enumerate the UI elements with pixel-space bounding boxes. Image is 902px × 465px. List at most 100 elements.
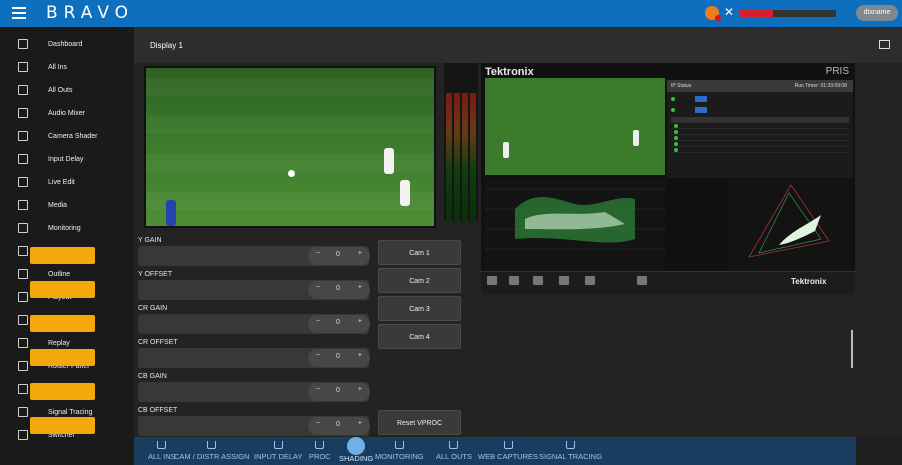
sidebar-item-dashboard[interactable]: Dashboard	[0, 35, 134, 53]
increment-button[interactable]: +	[358, 420, 362, 427]
tab-icon	[449, 441, 459, 449]
home-icon[interactable]	[487, 276, 497, 285]
tab-proc[interactable]: PROC	[309, 437, 331, 465]
tab-label: ALL OUTS	[436, 452, 472, 461]
live-edit-icon	[18, 177, 28, 187]
tab-web-captures[interactable]: WEB CAPTURES	[478, 437, 538, 465]
product-name: PRIS	[825, 66, 849, 77]
presets-icon[interactable]	[533, 276, 543, 285]
sidebar-item-monitoring[interactable]: Monitoring	[0, 219, 134, 237]
control-label: Y GAIN	[138, 237, 162, 244]
decrement-button[interactable]: −	[316, 250, 320, 257]
ball	[288, 170, 295, 177]
sidebar-item-label: Audio Mixer	[48, 109, 85, 117]
playout-icon	[18, 292, 28, 302]
run-timer: Run Timer: 01:33:09:08	[794, 83, 847, 89]
tab-icon	[394, 441, 404, 449]
sidebar-item-label: Dashboard	[48, 40, 83, 48]
increment-button[interactable]: +	[358, 250, 362, 257]
player-figure	[384, 148, 394, 174]
cam-button-2[interactable]: Cam 2	[378, 268, 461, 293]
dashboard-icon	[18, 39, 28, 49]
ip-status-title: IP Status	[671, 83, 692, 89]
tab-signal-tracing[interactable]: SIGNAL TRACING	[539, 437, 602, 465]
value-stepper: − 0 +	[308, 247, 370, 265]
control-label: CB OFFSET	[138, 407, 178, 414]
decrement-button[interactable]: −	[316, 420, 320, 427]
tab-label: SIGNAL TRACING	[539, 452, 602, 461]
tektronix-monitor: Tektronix PRIS IP Status Run Timer: 01:33…	[481, 63, 855, 295]
sidebar-item-label: Media	[48, 201, 68, 209]
sidebar-item-label: Outline	[48, 270, 71, 278]
tab-icon	[273, 441, 283, 449]
volume-icon[interactable]	[509, 276, 519, 285]
sidebar-item-all-outs[interactable]: All Outs	[0, 81, 134, 99]
tab-cam-distr-assign[interactable]: CAM / DISTR ASSIGN	[174, 437, 249, 465]
cam-button-1[interactable]: Cam 1	[378, 240, 461, 265]
sidebar-item-label: Camera Shader	[48, 132, 98, 140]
increment-button[interactable]: +	[358, 352, 362, 359]
increment-button[interactable]: +	[358, 318, 362, 325]
sidebar-item-all-ins[interactable]: All Ins	[0, 58, 134, 76]
outline-icon	[18, 269, 28, 279]
fullscreen-icon[interactable]	[879, 40, 890, 49]
tab-monitoring[interactable]: MONITORING	[375, 437, 424, 465]
increment-button[interactable]: +	[358, 284, 362, 291]
stepper-value: 0	[336, 285, 340, 292]
cam-button-3[interactable]: Cam 3	[378, 296, 461, 321]
presenter-icon	[18, 315, 28, 325]
status-avatar-icon[interactable]	[705, 6, 721, 21]
cam-button-4[interactable]: Cam 4	[378, 324, 461, 349]
tab-shading[interactable]: SHADING	[339, 437, 373, 465]
sidebar-item-camera-shader[interactable]: Camera Shader	[0, 127, 134, 145]
capture-icon[interactable]	[585, 276, 595, 285]
switcher-icon	[18, 430, 28, 440]
sidebar-item-label: All Ins	[48, 63, 68, 71]
reset-vproc-button[interactable]: Reset VPROC	[378, 410, 461, 435]
user-button[interactable]: dtxname	[856, 5, 898, 21]
tab-icon	[207, 441, 217, 449]
decrement-button[interactable]: −	[316, 352, 320, 359]
vectorscope	[729, 179, 851, 271]
signal-tracing-icon	[18, 407, 28, 417]
settings-icon[interactable]	[559, 276, 569, 285]
monitor-icon	[18, 62, 28, 72]
stepper-value: 0	[336, 353, 340, 360]
control-label: CR GAIN	[138, 305, 168, 312]
tab-all-ins[interactable]: ALL INS	[148, 437, 176, 465]
page-title: Display 1	[150, 41, 183, 50]
stepper-value: 0	[336, 387, 340, 394]
increment-button[interactable]: +	[358, 386, 362, 393]
sidebar-item-audio-mixer[interactable]: Audio Mixer	[0, 104, 134, 122]
value-stepper: − 0 +	[308, 281, 370, 299]
media-icon	[18, 200, 28, 210]
control-label: Y OFFSET	[138, 271, 173, 278]
scrollbar-thumb[interactable]	[851, 330, 853, 368]
sidebar-item-media[interactable]: Media	[0, 196, 134, 214]
stepper-value: 0	[336, 421, 340, 428]
control-slider-fill[interactable]	[30, 349, 95, 366]
sidebar-item-label: Monitoring	[48, 224, 81, 232]
control-slider-fill[interactable]	[30, 315, 95, 332]
mute-icon[interactable]: ✕	[724, 5, 734, 19]
control-slider-fill[interactable]	[30, 281, 95, 298]
control-label: CB GAIN	[138, 373, 167, 380]
control-slider-fill[interactable]	[30, 383, 95, 400]
status-icon[interactable]	[637, 276, 647, 285]
monitor-video-feed	[485, 78, 665, 175]
tab-all-outs[interactable]: ALL OUTS	[436, 437, 472, 465]
sidebar-item-live-edit[interactable]: Live Edit	[0, 173, 134, 191]
tab-label: WEB CAPTURES	[478, 452, 539, 461]
menu-icon[interactable]	[12, 7, 26, 19]
app-logo: BRAVO	[46, 3, 135, 23]
decrement-button[interactable]: −	[316, 318, 320, 325]
tab-icon	[347, 437, 366, 455]
control-slider-fill[interactable]	[30, 247, 95, 264]
tab-input-delay[interactable]: INPUT DELAY	[254, 437, 303, 465]
sidebar-item-input-delay[interactable]: Input Delay	[0, 150, 134, 168]
tab-icon	[315, 441, 325, 449]
sidebar-item-label: Signal Tracing	[48, 408, 93, 416]
decrement-button[interactable]: −	[316, 386, 320, 393]
decrement-button[interactable]: −	[316, 284, 320, 291]
control-slider-fill[interactable]	[30, 417, 95, 434]
